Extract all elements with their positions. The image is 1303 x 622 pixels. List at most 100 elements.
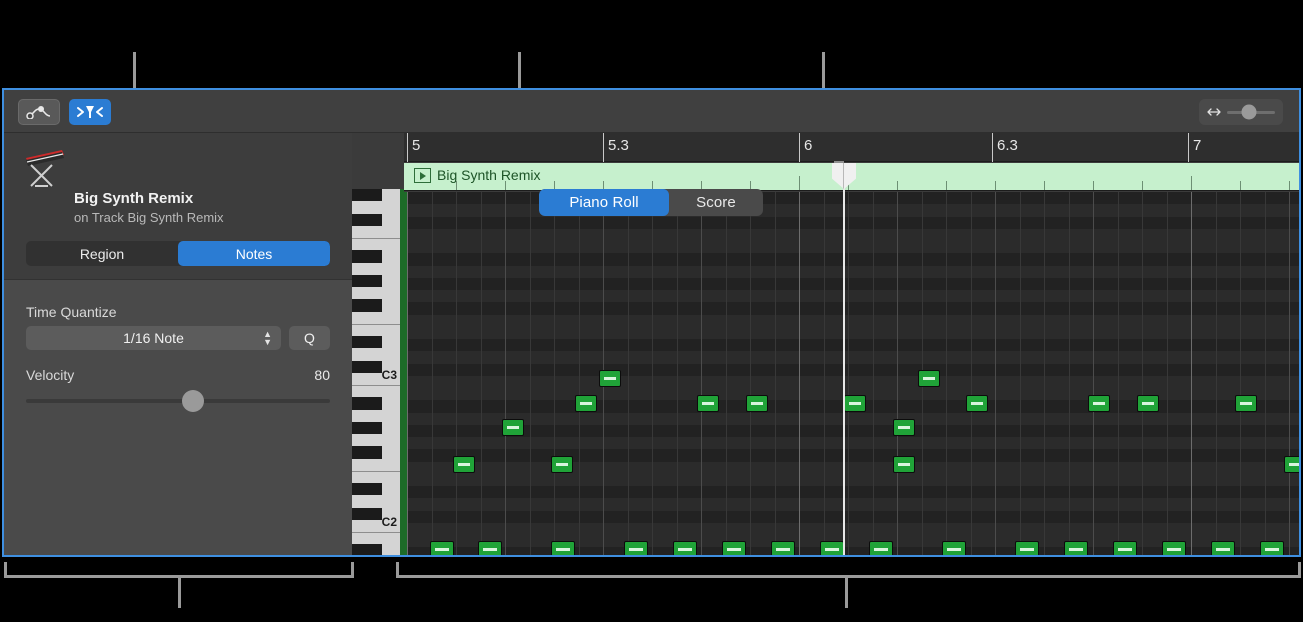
grid-column-line	[726, 192, 727, 555]
midi-note[interactable]	[844, 395, 866, 412]
grid-column-line	[530, 192, 531, 555]
piano-key-black[interactable]	[352, 189, 382, 201]
piano-key-black[interactable]	[352, 544, 382, 555]
grid-row	[404, 339, 1299, 351]
region-strip-tick	[1044, 181, 1045, 190]
midi-note[interactable]	[869, 541, 893, 555]
tab-score[interactable]: Score	[669, 189, 763, 216]
piano-key-black[interactable]	[352, 397, 382, 409]
midi-note[interactable]	[1113, 541, 1137, 555]
piano-key-black[interactable]	[352, 250, 382, 262]
grid-column-line	[1216, 192, 1217, 555]
piano-key-black[interactable]	[352, 336, 382, 348]
midi-note[interactable]	[551, 456, 573, 473]
grid-row	[404, 425, 1299, 437]
timeline-ruler[interactable]: 55.366.37	[404, 133, 1299, 162]
midi-note[interactable]	[430, 541, 454, 555]
region-strip-tick	[897, 181, 898, 190]
ruler-bar-tick	[603, 133, 604, 162]
midi-note[interactable]	[624, 541, 648, 555]
grid-row	[404, 437, 1299, 449]
midi-note[interactable]	[893, 456, 915, 473]
midi-note[interactable]	[893, 419, 915, 436]
note-velocity-bar	[1069, 548, 1082, 551]
midi-note[interactable]	[966, 395, 988, 412]
midi-note[interactable]	[1284, 456, 1299, 473]
velocity-slider[interactable]	[26, 393, 330, 409]
midi-note[interactable]	[1260, 541, 1284, 555]
ruler-bar-number: 6.3	[997, 137, 1018, 154]
region-left-edge	[404, 192, 407, 555]
quantize-apply-button[interactable]: Q	[289, 326, 330, 350]
inspector-tabs[interactable]: Region Notes	[26, 241, 330, 266]
midi-note[interactable]	[551, 541, 575, 555]
note-velocity-bar	[923, 377, 935, 380]
midi-note[interactable]	[1137, 395, 1159, 412]
tab-piano-roll[interactable]: Piano Roll	[539, 189, 669, 216]
note-velocity-bar	[556, 463, 568, 466]
piano-key-black[interactable]	[352, 299, 382, 311]
quantize-icon-button[interactable]	[69, 99, 111, 125]
note-velocity-bar	[1118, 548, 1131, 551]
grid-column-line	[1142, 192, 1143, 555]
grid-column-line	[799, 192, 800, 555]
midi-note[interactable]	[1015, 541, 1039, 555]
grid-column-line	[456, 192, 457, 555]
midi-note[interactable]	[502, 419, 524, 436]
velocity-slider-track[interactable]	[26, 399, 330, 403]
grid-column-line	[628, 192, 629, 555]
midi-note[interactable]	[1162, 541, 1186, 555]
grid-column-line	[1118, 192, 1119, 555]
zoom-slider-knob[interactable]	[1242, 105, 1257, 120]
piano-keyboard[interactable]: C3C2	[352, 189, 400, 555]
velocity-slider-knob[interactable]	[182, 390, 204, 412]
zoom-slider[interactable]	[1199, 99, 1283, 125]
playhead[interactable]	[843, 163, 845, 555]
time-quantize-select[interactable]: 1/16 Note ▲▼	[26, 326, 281, 350]
midi-note[interactable]	[697, 395, 719, 412]
piano-key-separator	[352, 324, 400, 325]
piano-key-black[interactable]	[352, 483, 382, 495]
piano-key-black[interactable]	[352, 361, 382, 373]
piano-key-black[interactable]	[352, 446, 382, 458]
tab-notes[interactable]: Notes	[178, 241, 330, 266]
piano-key-black[interactable]	[352, 422, 382, 434]
automation-curve-icon-button[interactable]	[18, 99, 60, 125]
note-velocity-bar	[507, 426, 519, 429]
grid-row	[404, 290, 1299, 302]
note-velocity-bar	[702, 402, 714, 405]
tab-region[interactable]: Region	[26, 241, 178, 266]
ruler-bar-tick	[407, 133, 408, 162]
midi-note[interactable]	[1088, 395, 1110, 412]
note-velocity-bar	[898, 463, 910, 466]
midi-note[interactable]	[1211, 541, 1235, 555]
midi-note[interactable]	[599, 370, 621, 387]
midi-note[interactable]	[771, 541, 795, 555]
midi-note[interactable]	[575, 395, 597, 412]
zoom-slider-track[interactable]	[1227, 111, 1275, 114]
ruler-bar-number: 5.3	[608, 137, 629, 154]
grid-column-line	[897, 192, 898, 555]
view-mode-tabs[interactable]: Piano Roll Score	[539, 189, 763, 216]
callout-line-inspector	[133, 52, 136, 92]
note-grid[interactable]	[404, 192, 1299, 555]
midi-note[interactable]	[453, 456, 475, 473]
grid-column-line	[1044, 192, 1045, 555]
midi-note[interactable]	[673, 541, 697, 555]
midi-note[interactable]	[1064, 541, 1088, 555]
ruler-bar-number: 6	[804, 137, 812, 154]
note-velocity-bar	[458, 463, 470, 466]
midi-note[interactable]	[942, 541, 966, 555]
midi-note[interactable]	[746, 395, 768, 412]
midi-note[interactable]	[1235, 395, 1257, 412]
ruler-bar-tick	[992, 133, 993, 162]
midi-note[interactable]	[918, 370, 940, 387]
play-triangle-icon[interactable]	[414, 168, 431, 183]
midi-note[interactable]	[722, 541, 746, 555]
midi-note[interactable]	[478, 541, 502, 555]
note-velocity-bar	[1093, 402, 1105, 405]
piano-key-black[interactable]	[352, 214, 382, 226]
midi-note[interactable]	[820, 541, 844, 555]
piano-key-black[interactable]	[352, 275, 382, 287]
piano-key-black[interactable]	[352, 508, 382, 520]
